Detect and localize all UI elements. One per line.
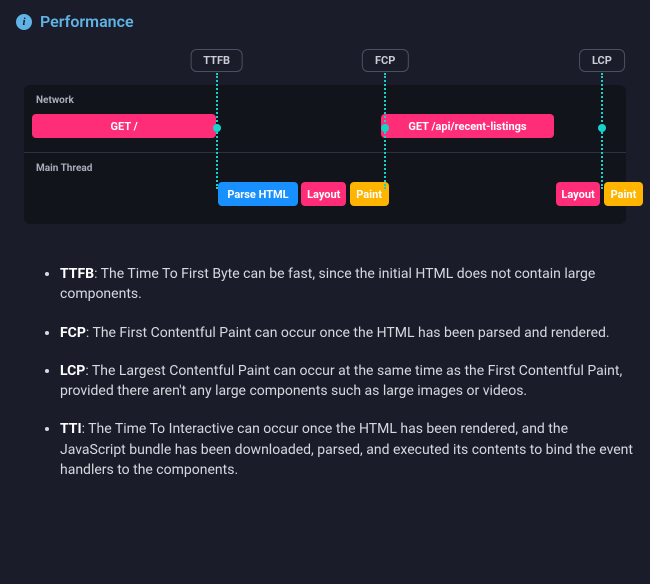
metric-term: TTI	[60, 421, 82, 437]
marker-dot	[381, 124, 389, 132]
timeline-bar: Paint	[350, 182, 389, 206]
network-lane: GET / GET /api/recent-listings	[32, 114, 614, 140]
metric-item-ttfb: TTFB: The Time To First Byte can be fast…	[60, 264, 634, 305]
metric-term: TTFB	[60, 266, 94, 282]
metric-desc: : The First Contentful Paint can occur o…	[86, 325, 610, 341]
marker-lcp: LCP	[579, 49, 625, 72]
metric-term: LCP	[60, 363, 85, 379]
network-row-label: Network	[36, 95, 614, 106]
info-icon: i	[16, 14, 32, 30]
performance-diagram: TTFB FCP LCP Network GET / GET /api/recent-…	[24, 49, 626, 224]
metric-desc: : The Largest Contentful Paint can occur…	[60, 363, 622, 399]
timeline-bar: Paint	[604, 182, 643, 206]
page-title: Performance	[40, 12, 134, 31]
marker-dot	[213, 124, 221, 132]
marker-dot	[598, 124, 606, 132]
timeline-bar: GET /	[32, 114, 216, 138]
header: i Performance	[16, 12, 634, 31]
thread-row-label: Main Thread	[36, 163, 614, 174]
timeline-bar: Layout	[301, 182, 346, 206]
marker-ttfb: TTFB	[190, 49, 243, 72]
metric-desc: : The Time To Interactive can occur once…	[60, 421, 633, 478]
timeline-bar: GET /api/recent-listings	[381, 114, 554, 138]
thread-lane: Parse HTMLLayoutPaintLayoutPaint	[32, 182, 614, 208]
marker-fcp: FCP	[362, 49, 408, 72]
metric-desc: : The Time To First Byte can be fast, si…	[60, 266, 595, 302]
metric-term: FCP	[60, 325, 86, 341]
metric-item-lcp: LCP: The Largest Contentful Paint can oc…	[60, 361, 634, 402]
lane-divider	[24, 152, 626, 153]
timeline-bar: Parse HTML	[218, 182, 297, 206]
timeline-panel: Network GET / GET /api/recent-listings Ma…	[24, 85, 626, 224]
metrics-list: TTFB: The Time To First Byte can be fast…	[16, 264, 634, 480]
timeline-bar: Layout	[556, 182, 601, 206]
metric-item-tti: TTI: The Time To Interactive can occur o…	[60, 419, 634, 480]
metric-item-fcp: FCP: The First Contentful Paint can occu…	[60, 323, 634, 343]
